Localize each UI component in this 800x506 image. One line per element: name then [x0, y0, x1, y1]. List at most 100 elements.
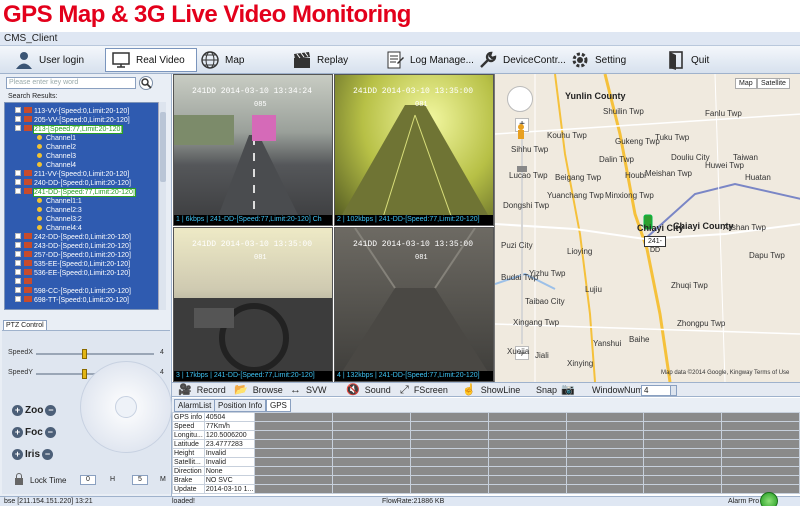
video-window-3[interactable]: 241DD 2014-03-10 13:35:00 081 3 | 17kbps… — [173, 227, 333, 382]
table-row: GPS info 40504 — [172, 412, 800, 422]
vehicle-checkbox[interactable] — [15, 278, 21, 284]
map-button[interactable]: Map — [200, 48, 244, 72]
fullscreen-button[interactable]: ⤢ FScreen — [400, 384, 448, 396]
map-place-label: Douliu City — [671, 153, 710, 162]
gps-field-value: Invalid — [203, 457, 256, 467]
vehicle-item[interactable]: 211-VV-[Speed:0,Limit:20-120] — [5, 170, 129, 179]
gps-map[interactable]: Map Satellite + − 241-DD Yunlin CountyCh… — [494, 74, 800, 382]
speedy-thumb[interactable] — [82, 369, 87, 379]
user-login-button[interactable]: User login — [14, 48, 84, 72]
vehicle-item[interactable]: 698-TT-[Speed:0,Limit:20-120] — [5, 296, 129, 305]
vehicle-marker-label[interactable]: 241-DD — [644, 236, 666, 254]
vehicle-item[interactable]: 241-DD-[Speed:77,Limit:20-120] — [5, 188, 136, 197]
speedx-slider[interactable] — [36, 349, 154, 359]
focus-out-button[interactable]: − — [44, 427, 56, 438]
vehicle-item[interactable] — [5, 278, 34, 287]
search-button[interactable] — [139, 76, 153, 90]
search-input[interactable]: Please enter key word — [6, 77, 136, 89]
vehicle-checkbox[interactable] — [15, 260, 21, 266]
channel-item[interactable]: Channel2:3 — [5, 206, 82, 215]
vehicle-checkbox[interactable] — [15, 170, 21, 176]
channel-item[interactable]: Channel3 — [5, 152, 76, 161]
record-button[interactable]: 🎥 Record — [178, 384, 226, 396]
direction-pad[interactable] — [80, 361, 172, 453]
video-window-1[interactable]: 241DD 2014-03-10 13:34:24 085 1 | 6kbps … — [173, 74, 333, 226]
iris-open-button[interactable]: + — [12, 449, 23, 460]
gps-field-name: GPS info — [172, 412, 205, 422]
channel-item[interactable]: Channel1 — [5, 134, 76, 143]
vehicle-checkbox[interactable] — [15, 269, 21, 275]
scrollbar-thumb[interactable] — [160, 112, 166, 182]
browse-button[interactable]: 📂 Browse — [234, 384, 283, 396]
empty-cell — [721, 412, 800, 422]
zoom-out-button[interactable]: − — [45, 405, 57, 416]
lock-minutes-input[interactable]: 5 — [132, 475, 148, 485]
channel-item[interactable]: Channel1:1 — [5, 197, 82, 206]
user-login-label: User login — [39, 54, 85, 66]
tree-item-label: 535-EE-[Speed:0,Limit:20-120] — [34, 261, 131, 268]
tab-alarm-list[interactable]: AlarmList — [174, 399, 216, 412]
vehicle-checkbox[interactable] — [15, 116, 21, 122]
vehicle-item[interactable]: 242-DD-[Speed:0,Limit:20-120] — [5, 233, 131, 242]
showline-button[interactable]: ☝ ShowLine — [462, 384, 520, 396]
vehicle-item[interactable]: 598-CC-[Speed:0,Limit:20-120] — [5, 287, 131, 296]
tab-gps[interactable]: GPS — [266, 399, 291, 412]
gps-info-grid: GPS info 40504 Speed 77Km/h Longitu... 120.50… — [172, 412, 800, 494]
empty-cell — [565, 475, 645, 485]
video-window-2[interactable]: 241DD 2014-03-10 13:35:00 081 2 | 102kbp… — [334, 74, 494, 226]
window-num-select[interactable]: 4 — [641, 385, 671, 396]
speedx-thumb[interactable] — [82, 349, 87, 359]
sound-button[interactable]: 🔇 Sound — [346, 384, 391, 396]
gps-info-table: GPS info 40504 Speed 77Km/h Longitu... 120.50… — [172, 412, 800, 494]
focus-in-button[interactable]: + — [12, 427, 23, 438]
real-video-button[interactable]: Real Video — [105, 48, 197, 72]
snap-button[interactable]: Snap 📷 — [536, 384, 580, 396]
lock-time-label: Lock Time — [30, 475, 67, 485]
bus-icon — [24, 278, 32, 284]
bus-icon — [24, 107, 32, 113]
alarm-indicator[interactable] — [760, 492, 778, 506]
vehicle-item[interactable]: 113-VV-[Speed:0,Limit:20-120] — [5, 107, 129, 116]
vehicle-checkbox[interactable] — [15, 287, 21, 293]
vehicle-checkbox[interactable] — [15, 242, 21, 248]
gps-field-value: 77Km/h — [203, 421, 256, 431]
map-pan-control[interactable] — [507, 86, 533, 112]
setting-button[interactable]: Setting — [570, 48, 626, 72]
tree-scrollbar[interactable] — [158, 102, 166, 310]
vehicle-item[interactable]: 205-VV-[Speed:0,Limit:20-120] — [5, 116, 130, 125]
zoom-in-button[interactable]: + — [12, 405, 23, 416]
vehicle-checkbox[interactable] — [15, 296, 21, 302]
vehicle-checkbox[interactable] — [15, 179, 21, 185]
vehicle-item[interactable]: 240-DD-[Speed:0,Limit:20-120] — [5, 179, 131, 188]
vehicle-item[interactable]: 213-[Speed:77,Limit:20-120] — [5, 125, 124, 134]
tab-position-info[interactable]: Position Info — [214, 399, 267, 412]
replay-button[interactable]: Replay — [292, 48, 348, 72]
map-type-map-button[interactable]: Map — [735, 78, 757, 89]
video-window-4[interactable]: 241DD 2014-03-10 13:35:00 081 4 | 132kbp… — [334, 227, 494, 382]
vehicle-item[interactable]: 243-DD-[Speed:0,Limit:20-120] — [5, 242, 131, 251]
channel-item[interactable]: Channel3:2 — [5, 215, 82, 224]
map-place-label: Yanshui — [593, 339, 622, 348]
vehicle-checkbox[interactable] — [15, 188, 21, 194]
channel-item[interactable]: Channel2 — [5, 143, 76, 152]
vehicle-item[interactable]: 535-EE-[Speed:0,Limit:20-120] — [5, 260, 130, 269]
window-num-dropdown-arrow[interactable] — [670, 385, 677, 396]
map-place-label: Zhongpu Twp — [677, 319, 726, 328]
svw-button[interactable]: ↔ SVW — [290, 384, 327, 396]
channel-item[interactable]: Channel4 — [5, 161, 76, 170]
vehicle-checkbox[interactable] — [15, 251, 21, 257]
map-type-satellite-button[interactable]: Satellite — [757, 78, 790, 89]
log-manage-button[interactable]: Log Manage... — [385, 48, 474, 72]
device-control-button[interactable]: DeviceContr... — [478, 48, 566, 72]
vehicle-item[interactable]: 536-EE-[Speed:0,Limit:20-120] — [5, 269, 130, 278]
vehicle-checkbox[interactable] — [15, 107, 21, 113]
channel-item[interactable]: Channel4:4 — [5, 224, 82, 233]
pegman-icon[interactable] — [515, 124, 527, 143]
vehicle-item[interactable]: 257-DD-[Speed:0,Limit:20-120] — [5, 251, 131, 260]
vehicle-checkbox[interactable] — [15, 233, 21, 239]
direction-pad-center[interactable] — [115, 396, 137, 418]
lock-hours-input[interactable]: 0 — [80, 475, 96, 485]
quit-button[interactable]: Quit — [666, 48, 709, 72]
vehicle-checkbox[interactable] — [15, 125, 21, 131]
iris-close-button[interactable]: − — [42, 449, 54, 460]
